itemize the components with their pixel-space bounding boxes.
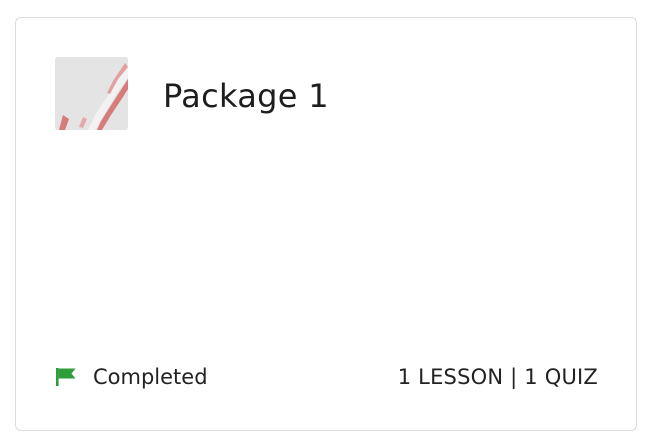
package-title[interactable]: Package 1 <box>163 76 329 116</box>
flag-icon <box>56 368 76 386</box>
package-card[interactable]: Package 1 Completed 1 LESSON | 1 QUIZ <box>15 17 637 431</box>
thumbnail-image <box>55 57 128 130</box>
lesson-quiz-count: 1 LESSON | 1 QUIZ <box>397 365 598 389</box>
package-thumbnail[interactable] <box>55 57 128 130</box>
status-label: Completed <box>93 365 208 389</box>
completion-status: Completed <box>55 363 208 391</box>
